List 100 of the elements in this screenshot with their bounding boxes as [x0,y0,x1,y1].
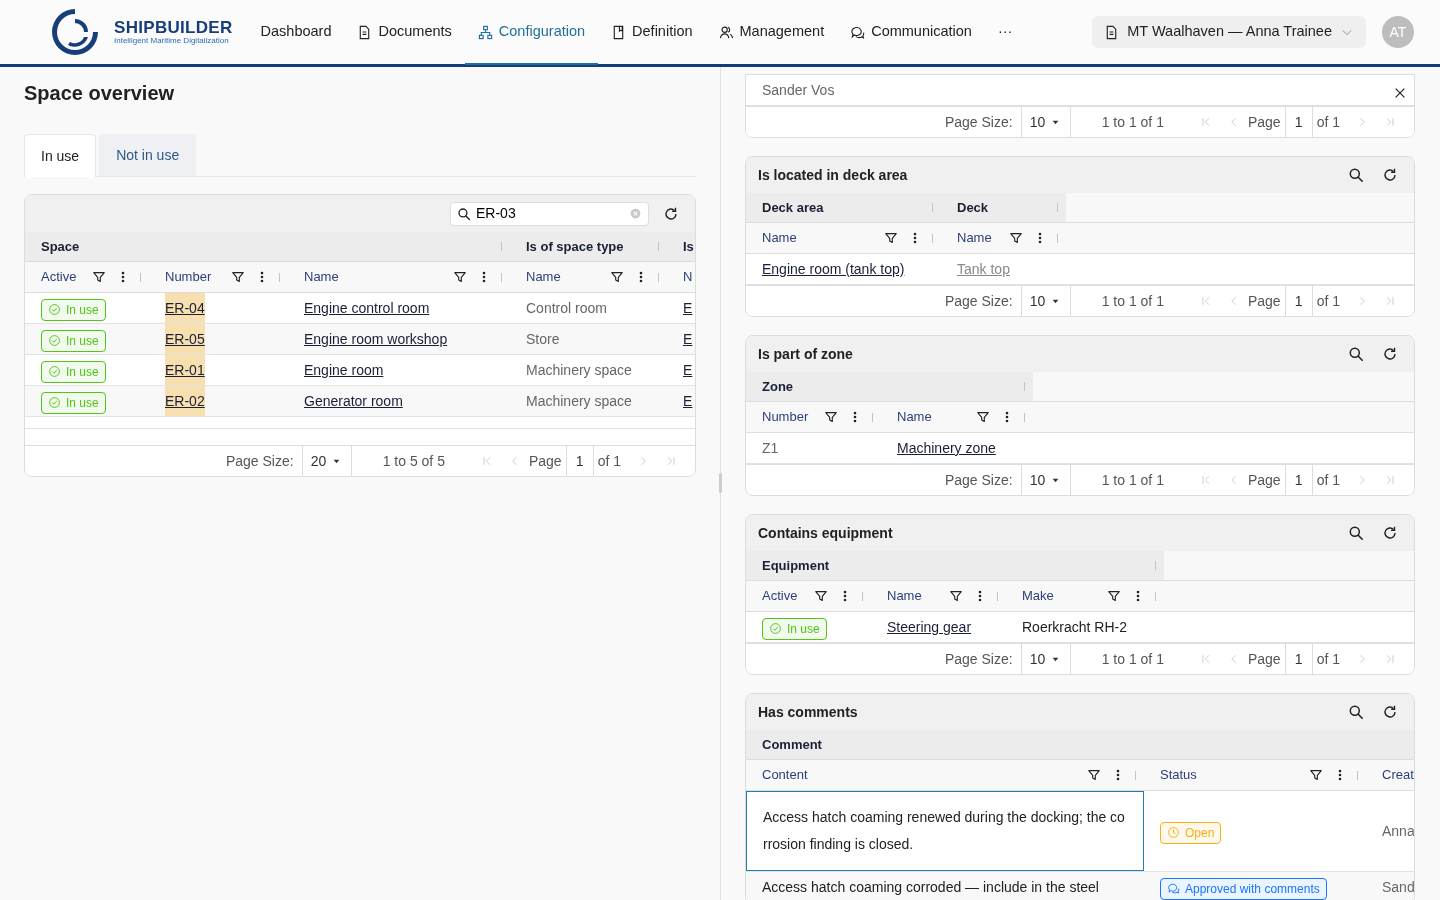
page-number-field[interactable]: 1 [565,446,594,476]
refresh-icon[interactable] [1382,704,1398,720]
column-header[interactable]: Make [1022,586,1097,606]
page-number-field[interactable]: 1 [1284,465,1313,495]
nav-tab[interactable]: Definition [598,1,706,65]
page-number-field[interactable]: 1 [1284,644,1313,674]
column-header[interactable]: Number [762,407,814,427]
filter-icon[interactable] [1309,768,1323,782]
column-header[interactable]: Name [304,267,443,287]
table-link[interactable]: Engine control room [304,293,430,323]
table-link[interactable]: Tank top [957,254,1010,284]
filter-icon[interactable] [976,410,990,424]
search-icon[interactable] [1348,167,1364,183]
column-header[interactable]: Active [762,586,804,606]
page-size-select[interactable]: 10 [1020,107,1071,137]
status-badge: In use [762,617,827,640]
search-icon[interactable] [1348,346,1364,362]
page-label: Page [528,451,562,471]
nav-tab[interactable]: Configuration [464,1,599,65]
record-range: 1 to 1 of 1 [1101,112,1164,132]
panel-title: Is located in deck area [758,165,909,185]
users-icon [718,24,734,40]
search-icon[interactable] [1348,525,1364,541]
filter-icon[interactable] [453,270,467,284]
filter-icon[interactable] [814,589,828,603]
search-input[interactable]: ER-03 [476,203,624,224]
refresh-icon[interactable] [1382,525,1398,541]
project-selector[interactable]: MT Waalhaven — Anna Trainee [1092,16,1366,48]
search-icon [457,206,471,221]
table-link[interactable]: ER-05 [165,324,205,354]
nav-tab[interactable]: Documents [344,1,465,65]
filter-icon[interactable] [884,231,898,245]
filter-icon[interactable] [949,589,963,603]
column-header[interactable]: Name [762,228,874,248]
panel-title: Has comments [758,702,859,722]
page-number-field[interactable]: 1 [1284,286,1313,316]
column-header[interactable]: Active [41,267,82,287]
search-icon[interactable] [1348,704,1364,720]
filter-icon[interactable] [1009,231,1023,245]
filter-icon[interactable] [1107,589,1121,603]
refresh-icon[interactable] [1382,346,1398,362]
page-size-label: Page Size: [944,112,1013,132]
filter-icon[interactable] [824,410,838,424]
column-header[interactable]: Content [762,765,1077,785]
page-size-select[interactable]: 10 [1020,644,1071,674]
table-link[interactable]: E [683,355,693,385]
filter-icon[interactable] [1087,768,1101,782]
table-link[interactable]: E [683,324,693,354]
page-size-select[interactable]: 20 [301,446,352,476]
column-header[interactable]: N [683,267,695,287]
hierarchy-icon [477,24,493,40]
table-cell-text: Access hatch coaming corroded — include in the steel [762,878,1099,897]
page-size-select[interactable]: 10 [1020,465,1071,495]
table-link[interactable]: Engine room [304,355,384,385]
table-link[interactable]: ER-01 [165,355,205,385]
table-link[interactable]: ER-04 [165,293,205,323]
group-header: Zone [762,377,795,396]
status-badge: In use [41,329,106,352]
column-header[interactable]: Name [957,228,999,248]
group-header: Deck area [762,198,825,217]
refresh-icon[interactable] [1382,167,1398,183]
refresh-icon[interactable] [663,205,679,222]
splitter-handle[interactable] [719,473,722,493]
filter-icon[interactable] [92,270,106,284]
filter-icon[interactable] [231,270,245,284]
filter-icon[interactable] [610,270,624,284]
more-button[interactable]: ··· [984,1,1026,65]
tab[interactable]: In use [24,134,97,177]
table-link[interactable]: Machinery zone [897,433,996,463]
nav-tab[interactable]: Dashboard [247,1,345,65]
panel-title: Is part of zone [758,344,854,364]
column-header[interactable]: Creat [1382,765,1414,785]
table-link[interactable]: ER-02 [165,386,205,416]
table-link[interactable]: Steering gear [887,612,972,642]
page-label: Page [1247,470,1281,490]
table-link[interactable]: Engine room workshop [304,324,448,354]
page-count: of 1 [1316,649,1340,669]
table-cell-text: Store [526,330,560,349]
table-link[interactable]: Generator room [304,386,403,416]
check-circle-icon [48,303,61,316]
page-size-select[interactable]: 10 [1020,286,1071,316]
check-circle-icon [48,396,61,409]
panel-title: Contains equipment [758,523,894,543]
table-link[interactable]: Engine room (tank top) [762,254,905,284]
column-header[interactable]: Name [526,267,600,287]
table-link[interactable]: E [683,293,693,323]
page-number-field[interactable]: 1 [1284,107,1313,137]
column-header[interactable]: Number [165,267,221,287]
table-link[interactable]: E [683,386,693,416]
group-header: Comment [762,735,823,754]
tab[interactable]: Not in use [99,134,197,176]
column-header[interactable]: Name [887,586,939,606]
page-label: Page [1247,291,1281,311]
nav-tab[interactable]: Management [705,1,838,65]
nav-tab[interactable]: Communication [837,1,985,65]
search-field[interactable]: ER-03 [450,201,649,226]
column-header[interactable]: Name [897,407,966,427]
check-circle-icon [769,622,782,635]
column-header[interactable]: Status [1160,765,1299,785]
close-icon[interactable] [1393,86,1407,100]
